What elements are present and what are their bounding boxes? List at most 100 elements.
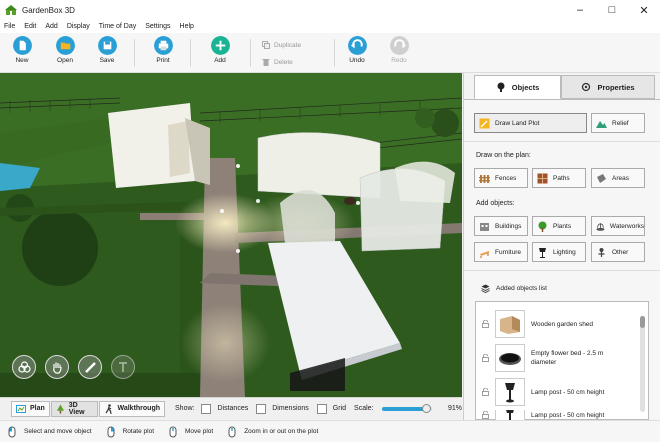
fence-icon bbox=[479, 174, 490, 183]
add-objects-label: Add objects: bbox=[476, 200, 515, 207]
list-scrollbar[interactable] bbox=[640, 316, 645, 412]
menu-help[interactable]: Help bbox=[180, 23, 194, 30]
plants-button[interactable]: Plants bbox=[532, 216, 586, 236]
object-thumbnail bbox=[495, 378, 525, 406]
list-item[interactable]: Lamp post - 50 cm height bbox=[476, 376, 638, 408]
list-item[interactable]: Wooden garden shed bbox=[476, 308, 638, 340]
tab-objects[interactable]: Objects bbox=[474, 75, 561, 99]
redo-button[interactable]: Redo bbox=[382, 36, 416, 64]
lock-icon[interactable] bbox=[482, 388, 489, 396]
areas-button[interactable]: Areas bbox=[591, 168, 645, 188]
lamp-post-thumbnail-icon bbox=[505, 383, 515, 403]
status-bar: Select and move object Rotate plot Move … bbox=[0, 420, 660, 442]
toolbar-divider bbox=[334, 39, 335, 67]
distances-checkbox[interactable]: Distances bbox=[201, 403, 248, 414]
add-button[interactable]: Add bbox=[203, 36, 237, 64]
buildings-button[interactable]: Buildings bbox=[474, 216, 528, 236]
toolbar-divider bbox=[190, 39, 191, 67]
new-button[interactable]: New bbox=[5, 36, 39, 64]
menu-file[interactable]: File bbox=[4, 23, 15, 30]
gear-icon bbox=[582, 82, 591, 92]
plan-view-button[interactable]: Plan bbox=[11, 400, 50, 417]
plan-icon bbox=[16, 404, 26, 413]
toolbar-divider bbox=[250, 39, 251, 67]
menu-settings[interactable]: Settings bbox=[145, 23, 170, 30]
lock-icon[interactable] bbox=[482, 354, 489, 362]
waterworks-button[interactable]: Waterworks bbox=[591, 216, 645, 236]
lock-icon[interactable] bbox=[482, 320, 489, 328]
checkbox-box bbox=[256, 403, 267, 414]
scale-slider-fill bbox=[381, 406, 427, 411]
tab-properties[interactable]: Properties bbox=[561, 75, 655, 99]
measure-tool-button[interactable] bbox=[78, 355, 102, 379]
furniture-button[interactable]: Furniture bbox=[474, 242, 528, 262]
draw-land-plot-button[interactable]: Draw Land Plot bbox=[474, 113, 587, 133]
walking-person-icon bbox=[105, 403, 112, 414]
lamp-post-thumbnail-icon bbox=[506, 410, 514, 420]
hint-move: Move plot bbox=[167, 426, 213, 438]
scale-slider[interactable] bbox=[381, 403, 432, 413]
app-logo-icon bbox=[5, 5, 17, 15]
object-thumbnail bbox=[495, 344, 525, 372]
building-icon bbox=[480, 222, 489, 231]
pan-tool-button[interactable] bbox=[45, 355, 69, 379]
delete-button[interactable]: Delete bbox=[262, 58, 293, 66]
close-icon[interactable]: ✕ bbox=[628, 0, 660, 20]
paths-button[interactable]: Paths bbox=[532, 168, 586, 188]
menu-bar: File Edit Add Display Time of Day Settin… bbox=[0, 20, 660, 33]
list-item[interactable]: Empty flower bed - 2.5 m diameter bbox=[476, 342, 638, 374]
lighting-button[interactable]: Lighting bbox=[532, 242, 586, 262]
open-button[interactable]: Open bbox=[48, 36, 82, 64]
other-button[interactable]: Other bbox=[591, 242, 645, 262]
objects-panel: Objects Properties Draw Land Plot Relief… bbox=[463, 73, 660, 420]
lamp-icon bbox=[539, 247, 546, 258]
checkbox-box bbox=[316, 403, 327, 414]
select-tool-button[interactable] bbox=[12, 355, 36, 379]
mouse-left-icon bbox=[8, 426, 16, 437]
duplicate-button[interactable]: Duplicate bbox=[262, 41, 301, 49]
shed-thumbnail-icon bbox=[500, 316, 520, 334]
print-button[interactable]: Print bbox=[146, 36, 180, 64]
text-tool-button[interactable] bbox=[111, 355, 135, 379]
other-objects-icon bbox=[598, 247, 605, 257]
added-objects-list[interactable]: Wooden garden shed Empty flower bed - 2.… bbox=[475, 301, 649, 420]
mountain-icon bbox=[596, 120, 607, 128]
undo-button[interactable]: Undo bbox=[340, 36, 374, 64]
land-plot-icon bbox=[479, 118, 490, 128]
3d-viewport[interactable] bbox=[0, 73, 462, 397]
maximize-icon[interactable]: □ bbox=[596, 0, 628, 20]
3d-view-button[interactable]: 3D View bbox=[50, 400, 98, 417]
relief-button[interactable]: Relief bbox=[591, 113, 645, 133]
menu-add[interactable]: Add bbox=[45, 23, 57, 30]
menu-edit[interactable]: Edit bbox=[24, 23, 36, 30]
mouse-right-icon bbox=[107, 426, 115, 437]
list-item[interactable]: Lamp post - 50 cm height bbox=[476, 410, 638, 420]
ruler-icon bbox=[84, 361, 96, 373]
fences-button[interactable]: Fences bbox=[474, 168, 528, 188]
menu-display[interactable]: Display bbox=[67, 23, 90, 30]
hint-select: Select and move object bbox=[6, 426, 92, 438]
list-scrollbar-thumb[interactable] bbox=[640, 316, 645, 328]
scale-slider-thumb[interactable] bbox=[422, 403, 431, 413]
garden-3d-scene bbox=[0, 73, 462, 397]
save-button[interactable]: Save bbox=[90, 36, 124, 64]
objects-icon bbox=[17, 360, 31, 373]
flower-bed-thumbnail-icon bbox=[499, 353, 521, 365]
grid-checkbox[interactable]: Grid bbox=[316, 403, 346, 414]
printer-icon bbox=[153, 36, 173, 55]
area-icon bbox=[597, 173, 606, 183]
dimensions-checkbox[interactable]: Dimensions bbox=[256, 403, 309, 414]
trash-icon bbox=[262, 59, 270, 66]
scale-value: 91% bbox=[447, 405, 462, 412]
plus-icon bbox=[210, 36, 230, 55]
undo-icon bbox=[347, 36, 367, 55]
section-divider bbox=[464, 141, 660, 142]
menu-time-of-day[interactable]: Time of Day bbox=[99, 23, 136, 30]
folder-icon bbox=[55, 36, 75, 55]
duplicate-icon bbox=[262, 41, 270, 49]
minimize-icon[interactable]: – bbox=[564, 0, 596, 20]
redo-icon bbox=[389, 36, 409, 55]
toolbar-divider bbox=[134, 39, 135, 67]
walkthrough-button[interactable]: Walkthrough bbox=[98, 400, 166, 417]
lock-icon[interactable] bbox=[482, 411, 489, 419]
